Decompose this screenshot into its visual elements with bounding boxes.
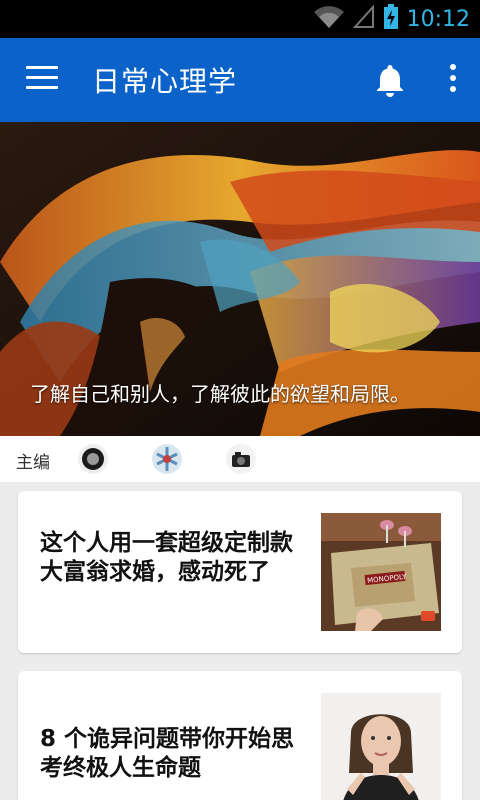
status-bar: 10:12 [0, 0, 480, 38]
more-vertical-icon[interactable] [444, 64, 462, 98]
hero-caption: 了解自己和别人，了解彼此的欲望和局限。 [30, 382, 410, 406]
app-bar: 日常心理学 [0, 38, 480, 122]
wifi-icon [313, 5, 345, 33]
battery-charging-icon [383, 4, 399, 34]
article-card[interactable]: 8 个诡异问题带你开始思考终极人生命题 [18, 671, 462, 800]
article-title: 8 个诡异问题带你开始思考终极人生命题 [40, 726, 295, 781]
hamburger-menu-icon[interactable] [26, 66, 58, 92]
status-time: 10:12 [406, 6, 470, 32]
article-card[interactable]: 这个人用一套超级定制款大富翁求婚，感动死了 MONOPOLY [18, 491, 462, 653]
editor-avatar-1[interactable] [78, 444, 108, 474]
signal-icon [352, 4, 375, 33]
article-thumbnail: MONOPOLY [321, 513, 441, 631]
bell-icon[interactable] [372, 62, 408, 98]
editor-avatar-2[interactable] [152, 444, 182, 474]
editor-row: 主编 [0, 436, 480, 482]
editor-avatar-3[interactable] [226, 444, 256, 474]
hero-banner[interactable]: 了解自己和别人，了解彼此的欲望和局限。 [0, 122, 480, 436]
status-icons: 10:12 [313, 4, 470, 34]
article-thumbnail [321, 693, 441, 800]
article-title: 这个人用一套超级定制款大富翁求婚，感动死了 [40, 530, 293, 585]
editor-label: 主编 [16, 453, 50, 473]
app-title: 日常心理学 [92, 65, 238, 98]
